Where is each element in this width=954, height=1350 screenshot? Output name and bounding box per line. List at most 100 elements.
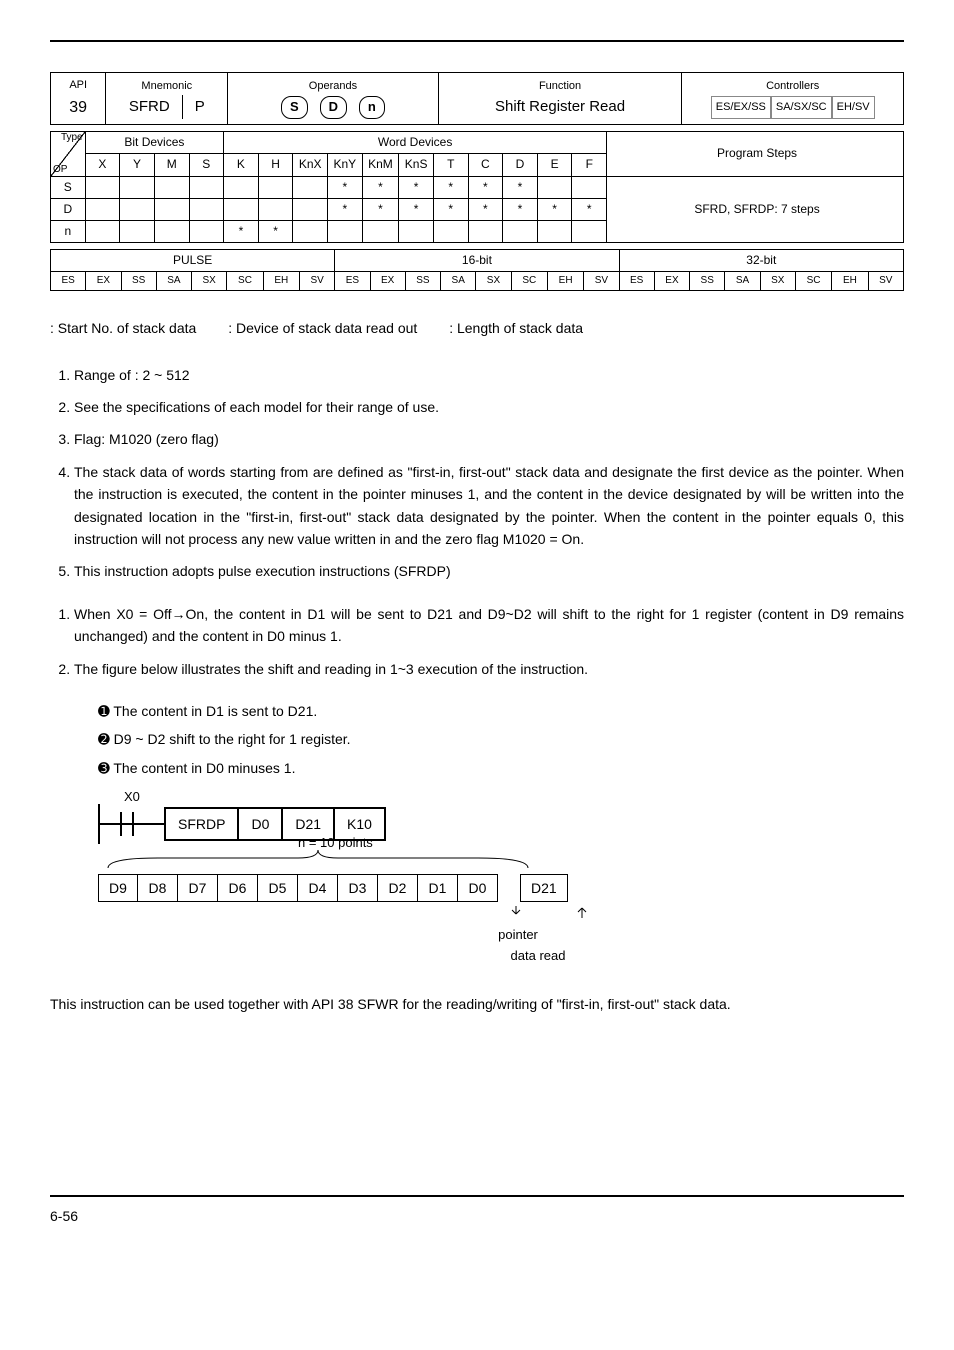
32bit-hdr: 32-bit — [619, 250, 903, 272]
cell — [85, 220, 120, 242]
col-h: H — [258, 154, 293, 176]
pulse-cell: EX — [86, 272, 121, 291]
api-number: 39 — [57, 95, 99, 121]
cell — [224, 198, 259, 220]
pulse-cell: SC — [227, 272, 263, 291]
cell — [537, 220, 572, 242]
reg-d2: D2 — [378, 874, 418, 902]
inst-name: SFRDP — [178, 816, 225, 832]
pulse-cell: SS — [690, 272, 725, 291]
sub-2: ➋ D9 ~ D2 shift to the right for 1 regis… — [98, 728, 904, 750]
cell: * — [362, 176, 399, 198]
cell: * — [258, 220, 293, 242]
cell: * — [328, 198, 363, 220]
pulse-cell: SC — [795, 272, 831, 291]
page-number: 6-56 — [50, 1208, 78, 1224]
controllers-box: ES/EX/SSSA/SX/SCEH/SV — [688, 96, 897, 120]
op-label: OP — [53, 162, 67, 178]
exp-4: The stack data of words starting from ar… — [74, 461, 904, 551]
cell — [120, 198, 155, 220]
operand-d-oval: D — [320, 96, 347, 119]
col-t: T — [433, 154, 468, 176]
cell: * — [572, 198, 607, 220]
exp-5: This instruction adopts pulse execution … — [74, 560, 904, 582]
reg-d4: D4 — [298, 874, 338, 902]
pulse-cell: ES — [335, 272, 370, 291]
pulse-cell: SV — [584, 272, 619, 291]
cell: * — [503, 198, 538, 220]
row-n: n — [51, 220, 86, 242]
exp-1: Range of : 2 ~ 512 — [74, 364, 904, 386]
pulse-cell: SS — [121, 272, 156, 291]
pulse-cell: SA — [156, 272, 191, 291]
remarks-section: This instruction can be used together wi… — [50, 993, 904, 1015]
p-suffix: P — [182, 95, 205, 119]
steps-cell: SFRD, SFRDP: 7 steps — [607, 176, 904, 243]
cell — [572, 220, 607, 242]
word-devices-header: Word Devices — [224, 132, 607, 154]
cell: * — [224, 220, 259, 242]
row-s: S — [51, 176, 86, 198]
cell — [433, 220, 468, 242]
top-rule — [50, 40, 904, 42]
function-value: Shift Register Read — [445, 95, 676, 119]
ladder-arg1: D0 — [239, 807, 283, 841]
cell — [537, 176, 572, 198]
col-c: C — [468, 154, 503, 176]
n-points-label: n = 10 points — [298, 833, 373, 854]
pulse-cell: SS — [405, 272, 440, 291]
pulse-cell: SX — [192, 272, 227, 291]
reg-d21: D21 — [520, 874, 568, 902]
cell: * — [433, 176, 468, 198]
cell: * — [399, 198, 434, 220]
reg-d3: D3 — [338, 874, 378, 902]
col-kns: KnS — [399, 154, 434, 176]
col-x: X — [85, 154, 120, 176]
sub-3: ➌ The content in D0 minuses 1. — [98, 757, 904, 779]
reg-d7: D7 — [178, 874, 218, 902]
pulse-cell: SV — [868, 272, 903, 291]
register-row: D9 D8 D7 D6 D5 D4 D3 D2 D1 D0 D21 — [98, 874, 904, 902]
pulse-cell: SA — [441, 272, 476, 291]
type-label: Type — [61, 130, 83, 146]
data-read-label: data read — [478, 946, 598, 967]
operands-label: Operands — [234, 78, 431, 96]
pulse-cell: SC — [511, 272, 547, 291]
col-knm: KnM — [362, 154, 399, 176]
cell — [468, 220, 503, 242]
cell — [154, 176, 189, 198]
cell — [362, 220, 399, 242]
cell: * — [537, 198, 572, 220]
cell — [85, 176, 120, 198]
col-k: K — [224, 154, 259, 176]
pulse-link-table: PULSE 16-bit 32-bit ESEXSSSASXSCEHSVESEX… — [50, 249, 904, 291]
col-e: E — [537, 154, 572, 176]
cell — [328, 220, 363, 242]
cell — [503, 220, 538, 242]
pulse-cell: SX — [476, 272, 511, 291]
col-d: D — [503, 154, 538, 176]
arrow-down-icon — [511, 906, 521, 918]
operand-definitions: : Start No. of stack data : Device of st… — [50, 317, 904, 339]
pulse-cell: EX — [654, 272, 689, 291]
operand-s-oval: S — [281, 96, 308, 119]
remarks-text: This instruction can be used together wi… — [50, 993, 904, 1015]
exp-2: See the specifications of each model for… — [74, 396, 904, 418]
api-header-table: API 39 Mnemonic SFRD P Operands S D n Fu… — [50, 72, 904, 125]
mnemonic-value: SFRD — [129, 95, 170, 119]
api-label: API — [57, 77, 99, 95]
pulse-cell: ES — [619, 272, 654, 291]
function-label: Function — [445, 78, 676, 96]
cell: * — [433, 198, 468, 220]
program-example-section: When X0 = Off→On, the content in D1 will… — [50, 603, 904, 967]
cell: * — [468, 198, 503, 220]
pointer-label: pointer — [478, 925, 558, 946]
cell — [572, 176, 607, 198]
cell — [293, 198, 328, 220]
reg-d1: D1 — [418, 874, 458, 902]
pulse-cell: EH — [547, 272, 583, 291]
pulse-cell: EX — [370, 272, 405, 291]
pulse-cell: SV — [300, 272, 335, 291]
def-s: : Start No. of stack data — [50, 320, 196, 336]
cell: * — [399, 176, 434, 198]
